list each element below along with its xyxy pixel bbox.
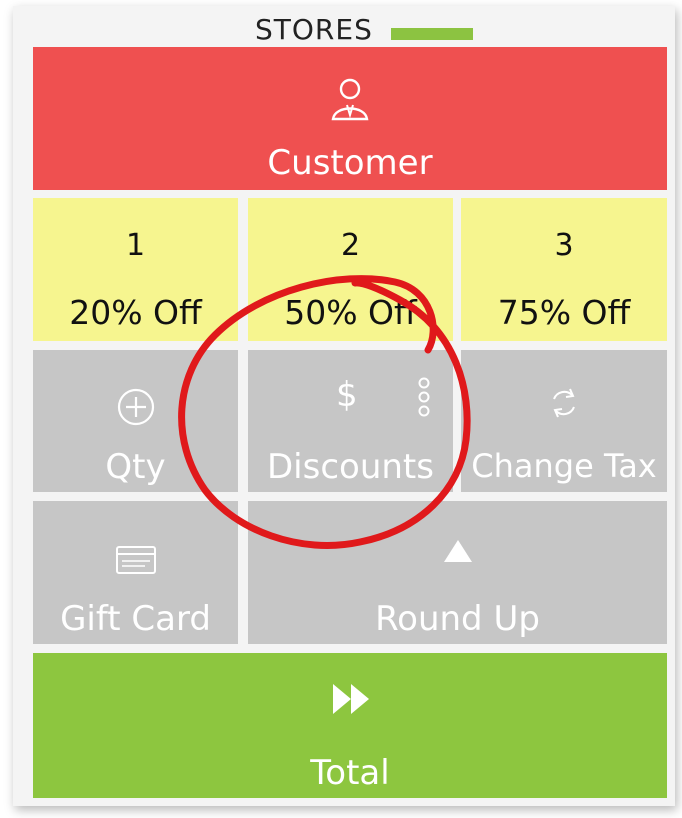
dollar-icon: $ bbox=[336, 375, 358, 415]
preset-number: 2 bbox=[340, 228, 361, 263]
change-tax-button[interactable]: Change Tax bbox=[461, 350, 667, 492]
round-up-label: Round Up bbox=[375, 599, 540, 639]
user-icon bbox=[331, 78, 369, 121]
preset-label: 50% Off bbox=[284, 293, 417, 332]
preset-number: 1 bbox=[125, 228, 146, 263]
qty-label: Qty bbox=[105, 447, 166, 487]
discount-preset-2[interactable]: 2 50% Off bbox=[248, 198, 453, 341]
gift-card-button[interactable]: Gift Card bbox=[33, 501, 238, 644]
customer-label: Customer bbox=[267, 143, 433, 183]
preset-label: 75% Off bbox=[497, 293, 631, 332]
refresh-icon bbox=[553, 388, 575, 418]
preset-number: 3 bbox=[554, 228, 574, 263]
round-up-button[interactable]: Round Up bbox=[248, 501, 667, 644]
change-tax-label: Change Tax bbox=[471, 447, 657, 485]
header-accent-bar bbox=[391, 28, 473, 40]
gift-card-icon bbox=[116, 546, 156, 574]
plus-circle-icon bbox=[117, 388, 155, 426]
qty-button[interactable]: Qty bbox=[33, 350, 238, 492]
customer-button[interactable]: Customer bbox=[33, 47, 667, 190]
more-vertical-icon[interactable] bbox=[416, 376, 432, 420]
total-button[interactable]: Total bbox=[33, 653, 667, 798]
triangle-up-icon bbox=[444, 540, 472, 562]
preset-label: 20% Off bbox=[69, 293, 202, 332]
discounts-button[interactable]: $ Discounts bbox=[248, 350, 453, 492]
fast-forward-icon bbox=[333, 684, 369, 714]
discount-preset-3[interactable]: 3 75% Off bbox=[461, 198, 667, 341]
total-label: Total bbox=[310, 753, 390, 793]
discounts-label: Discounts bbox=[267, 447, 434, 487]
discount-preset-1[interactable]: 1 20% Off bbox=[33, 198, 238, 341]
header-title: STORES bbox=[255, 13, 373, 41]
gift-card-label: Gift Card bbox=[60, 599, 211, 639]
